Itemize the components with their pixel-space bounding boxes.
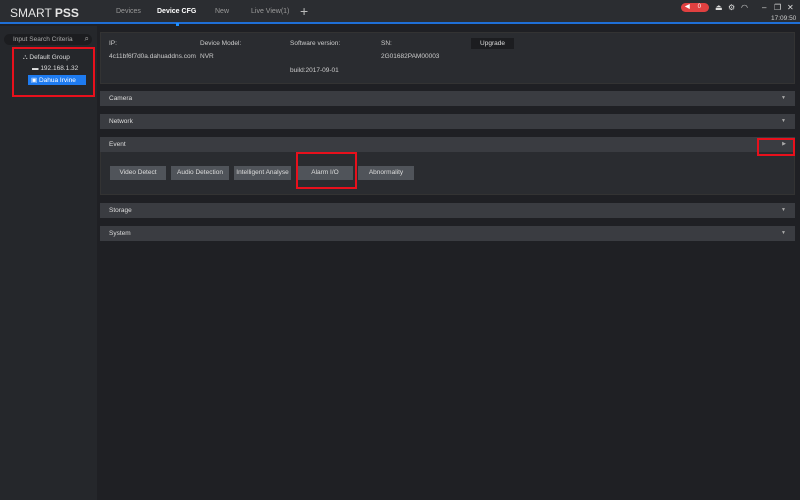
search-icon[interactable]: ⌕ [85,34,89,44]
sidebar [0,26,97,500]
tab-device-cfg[interactable]: Device CFG [157,8,196,26]
top-bar: SMART PSS Devices Device CFG New Live Vi… [0,0,800,26]
clock: 17:09:50 [771,15,797,22]
device-icon: ▣ [31,77,38,84]
abnormality-button[interactable]: Abnormality [358,166,414,180]
sn-value: 2G01682PAM00003 [381,53,440,60]
model-label: Device Model: [200,40,242,47]
device-icon: ▬ [32,65,39,72]
tab-devices[interactable]: Devices [116,8,141,15]
close-icon[interactable]: ✕ [787,3,794,12]
section-network[interactable]: Network ▼ [100,114,795,129]
tab-live-view[interactable]: Live View(1) [251,8,289,15]
tree-device[interactable]: ▬ 192.168.1.32 [32,65,78,72]
chevron-down-icon[interactable]: ▼ [781,207,786,213]
speaker-icon: ◀ [685,4,690,10]
restore-icon[interactable]: ❐ [774,3,781,12]
sn-label: SN: [381,40,392,47]
chevron-down-icon[interactable]: ▼ [781,118,786,124]
chevron-down-icon[interactable]: ▼ [781,230,786,236]
video-detect-button[interactable]: Video Detect [110,166,166,180]
minimize-icon[interactable]: – [762,3,766,12]
intelligent-analyse-button[interactable]: Intelligent Analyse [234,166,291,180]
software-label: Software version: [290,40,341,47]
ip-label: IP: [109,40,117,47]
upgrade-button[interactable]: Upgrade [471,38,514,49]
tree-group[interactable]: ⛬ Default Group [23,54,70,62]
chevron-right-icon[interactable]: ▶ [782,141,786,147]
section-event[interactable]: Event ▶ [100,137,795,152]
gauge-icon[interactable]: ◠ [741,3,748,12]
search-input[interactable]: Input Search Criteria ⌕ [4,34,92,45]
alarm-io-button[interactable]: Alarm I/O [297,166,353,180]
audio-detection-button[interactable]: Audio Detection [171,166,229,180]
gear-icon[interactable]: ⚙ [728,3,735,12]
add-tab-icon[interactable]: + [300,3,308,19]
software-value: build:2017-09-01 [290,67,339,74]
section-storage[interactable]: Storage ▼ [100,203,795,218]
ip-value: 4c11bf6f7d0a.dahuaddns.com [109,53,196,60]
alarm-badge[interactable]: ◀ 0 [681,3,709,12]
model-value: NVR [200,53,214,60]
user-icon[interactable]: ⏏ [715,3,723,12]
chevron-down-icon[interactable]: ▼ [781,95,786,101]
section-camera[interactable]: Camera ▼ [100,91,795,106]
tab-new[interactable]: New [215,8,229,15]
section-system[interactable]: System ▼ [100,226,795,241]
logo: SMART PSS [10,6,79,20]
tree-device-selected[interactable]: ▣ Dahua Irvine [28,75,86,85]
group-icon: ⛬ [23,54,28,61]
